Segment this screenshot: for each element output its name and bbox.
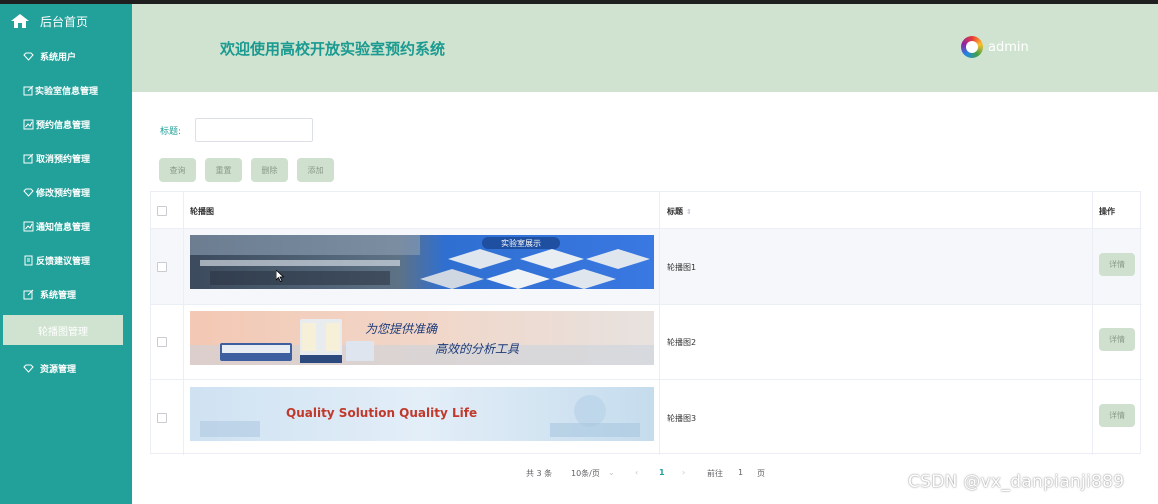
sidebar-item-resource-management[interactable]: 资源管理	[0, 356, 132, 380]
title-search-input[interactable]	[195, 118, 313, 142]
diamond-icon	[22, 50, 34, 62]
row-title: 轮播图1	[667, 263, 697, 272]
document-icon	[22, 254, 34, 266]
detail-button[interactable]: 详情	[1099, 253, 1135, 276]
carousel-image-1: 实验室展示	[190, 235, 654, 289]
column-divider	[183, 192, 184, 455]
diamond-icon	[22, 186, 34, 198]
sidebar-item-label: 系统用户	[40, 52, 77, 63]
sidebar-item-system-management[interactable]: 系统管理	[0, 282, 132, 306]
column-divider	[659, 192, 660, 455]
goto-label: 前往	[707, 469, 723, 478]
select-all-checkbox[interactable]	[157, 206, 167, 216]
sidebar-item-modify-reservation[interactable]: 修改预约管理	[0, 180, 132, 204]
banner-text: 高效的分析工具	[435, 342, 520, 356]
row-title: 轮播图2	[667, 338, 697, 347]
row-divider	[151, 379, 1142, 380]
sidebar-item-label: 反馈建议管理	[36, 256, 91, 267]
watermark: CSDN @vx_danpianji889	[908, 472, 1125, 492]
banner-text: Quality Solution Quality Life	[286, 406, 477, 420]
edit-icon	[22, 288, 34, 300]
sidebar-item-cancel-reservation[interactable]: 取消预约管理	[0, 146, 132, 170]
detail-button[interactable]: 详情	[1099, 328, 1135, 351]
diamond-icon	[22, 362, 34, 374]
sidebar-item-label: 实验室信息管理	[35, 86, 99, 97]
sidebar-item-label: 资源管理	[40, 364, 77, 375]
chart-icon	[22, 118, 34, 130]
sidebar-item-label: 通知信息管理	[36, 222, 91, 233]
sidebar-item-carousel-management[interactable]: 轮播图管理	[3, 315, 123, 345]
reset-button[interactable]: 重置	[205, 158, 242, 182]
next-page-icon[interactable]: ›	[682, 468, 685, 477]
sidebar-item-system-users[interactable]: 系统用户	[0, 44, 132, 68]
row-checkbox[interactable]	[157, 262, 167, 272]
home-icon	[11, 14, 29, 28]
user-menu[interactable]: admin	[961, 36, 1029, 58]
add-button[interactable]: 添加	[297, 158, 334, 182]
banner-text: 实验室展示	[501, 238, 541, 248]
edit-icon	[22, 152, 34, 164]
banner-text: 为您提供准确	[365, 322, 438, 336]
sidebar-item-feedback[interactable]: 反馈建议管理	[0, 248, 132, 272]
carousel-image-3: Quality Solution Quality Life	[190, 387, 654, 441]
column-divider	[1092, 192, 1093, 455]
row-checkbox[interactable]	[157, 337, 167, 347]
sidebar-item-label: 轮播图管理	[38, 326, 88, 338]
edit-icon	[22, 84, 34, 96]
sidebar-item-label: 修改预约管理	[36, 188, 91, 199]
sidebar-item-label: 系统管理	[40, 290, 77, 301]
sidebar-item-lab-info[interactable]: 实验室信息管理	[0, 78, 132, 102]
title-filter-label: 标题:	[160, 127, 182, 137]
sidebar: 后台首页 系统用户 实验室信息管理 预约信息管理 取消预约管理 修改预约管理 通…	[0, 4, 132, 504]
detail-button[interactable]: 详情	[1099, 404, 1135, 427]
mouse-cursor-icon	[276, 270, 284, 282]
page-size-select[interactable]: 10条/页	[571, 468, 600, 479]
sidebar-item-notice-info[interactable]: 通知信息管理	[0, 214, 132, 238]
column-header-title-label: 标题	[667, 207, 683, 216]
goto-page-input[interactable]: 1	[738, 468, 743, 477]
chevron-down-icon[interactable]: ⌄	[608, 468, 615, 477]
carousel-image-2: 为您提供准确 高效的分析工具	[190, 311, 654, 365]
chart-icon	[22, 220, 34, 232]
sidebar-home-label: 后台首页	[40, 14, 89, 29]
column-header-carousel: 轮播图	[190, 207, 214, 216]
delete-button[interactable]: 删除	[251, 158, 288, 182]
row-divider	[151, 304, 1142, 305]
column-header-actions: 操作	[1099, 207, 1115, 216]
row-checkbox[interactable]	[157, 413, 167, 423]
sidebar-item-reservation-info[interactable]: 预约信息管理	[0, 112, 132, 136]
sidebar-home-link[interactable]: 后台首页	[10, 10, 88, 32]
current-page[interactable]: 1	[659, 468, 665, 477]
pagination-total: 共 3 条	[526, 469, 553, 478]
page-title: 欢迎使用高校开放实验室预约系统	[220, 40, 446, 58]
page-suffix: 页	[757, 469, 765, 478]
top-header: 欢迎使用高校开放实验室预约系统 admin	[132, 4, 1158, 92]
prev-page-icon[interactable]: ‹	[635, 468, 638, 477]
sidebar-item-label: 预约信息管理	[36, 120, 91, 131]
sidebar-item-label: 取消预约管理	[36, 154, 91, 165]
column-header-title[interactable]: 标题 ⇕	[667, 206, 692, 217]
query-button[interactable]: 查询	[159, 158, 196, 182]
sort-icon[interactable]: ⇕	[686, 208, 692, 216]
row-divider	[151, 228, 1142, 229]
row-title: 轮播图3	[667, 414, 697, 423]
username: admin	[988, 39, 1029, 55]
avatar	[961, 36, 983, 58]
carousel-table: 轮播图 标题 ⇕ 操作 实验室展示 轮播图1 详情 为您提供准确 高效的分析工具…	[150, 191, 1142, 455]
